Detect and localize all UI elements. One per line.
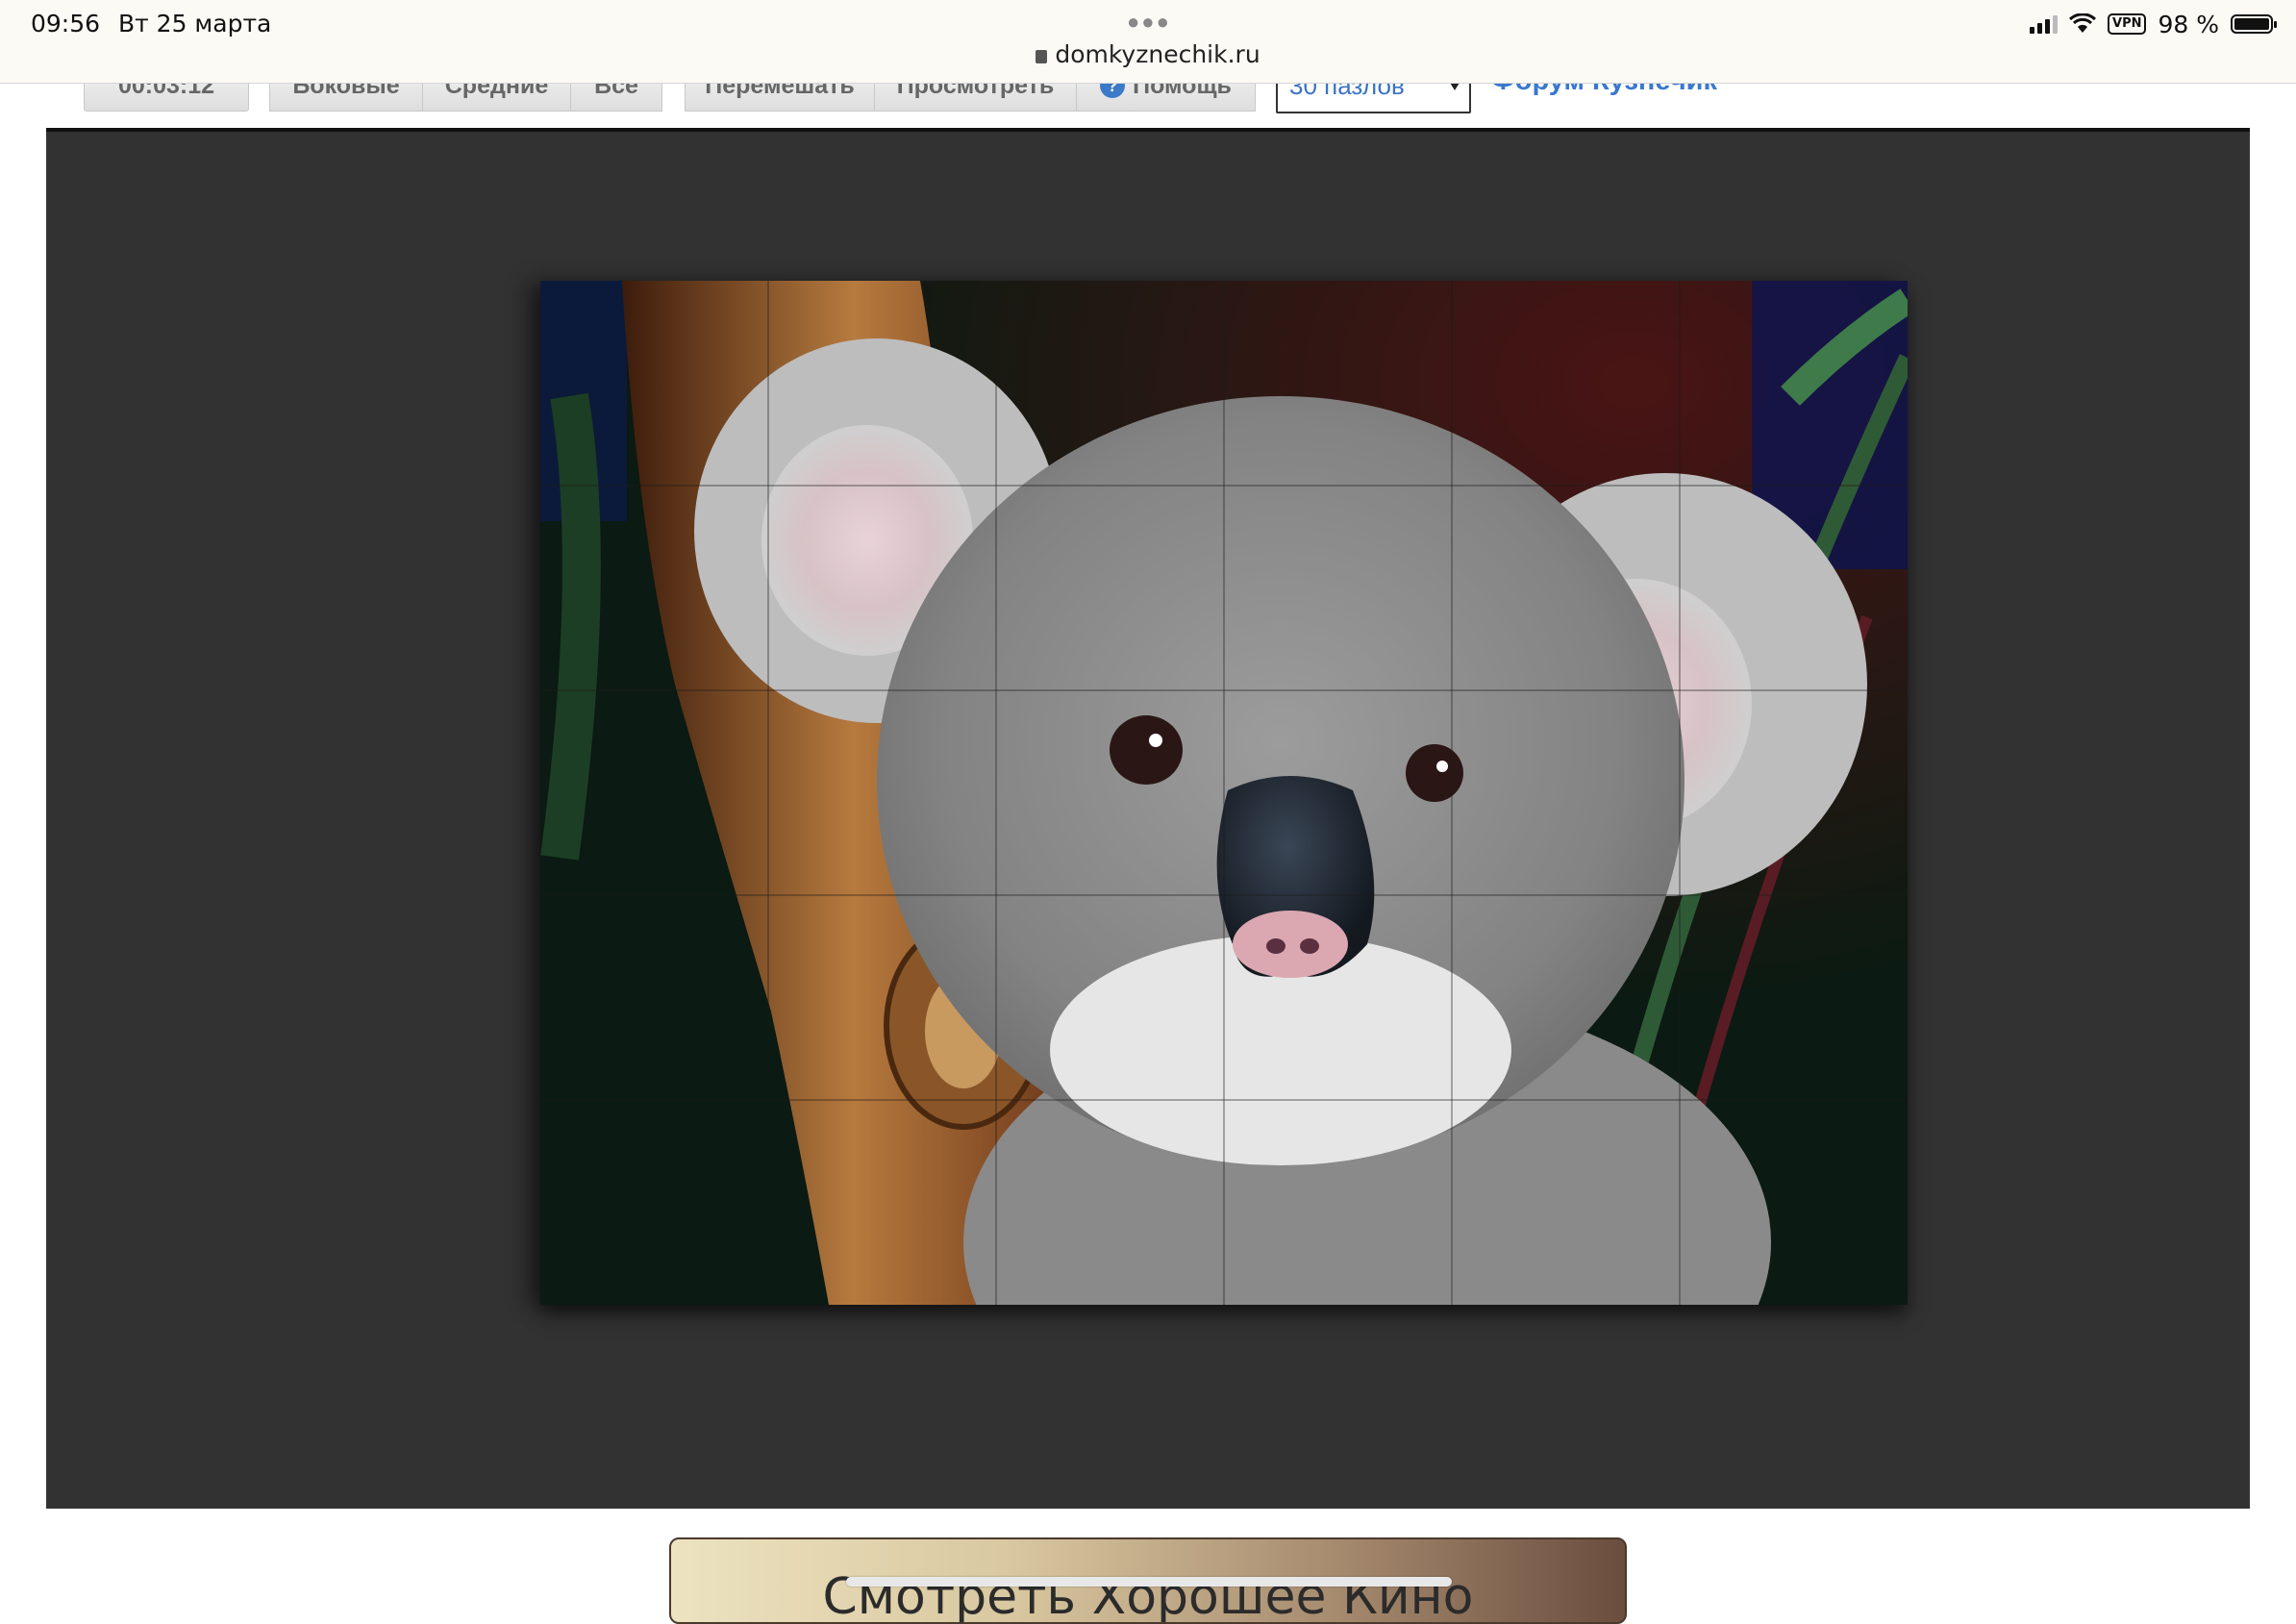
puzzle-board <box>46 128 2250 1509</box>
vpn-badge: VPN <box>2108 13 2147 35</box>
cellular-signal-icon <box>2030 14 2059 34</box>
date: Вт 25 марта <box>118 10 272 37</box>
koala-picture <box>540 281 1908 1305</box>
battery-icon <box>2231 14 2277 34</box>
dropdown-arrow-icon <box>1450 83 1460 90</box>
browser-status-bar: 09:56 Вт 25 марта ●●● domkyznechik.ru VP… <box>0 0 2296 84</box>
puzzle-image[interactable] <box>540 281 1908 1305</box>
more-dots-icon[interactable]: ●●● <box>1127 10 1171 35</box>
address-bar[interactable]: domkyznechik.ru <box>0 40 2296 68</box>
lock-icon <box>1036 50 1048 63</box>
battery-percent: 98 % <box>2158 10 2219 38</box>
url-text: domkyznechik.ru <box>1055 40 1260 68</box>
clock: 09:56 <box>31 10 101 37</box>
home-indicator[interactable] <box>846 1577 1452 1587</box>
status-indicators: VPN 98 % <box>2030 10 2277 38</box>
wifi-icon <box>2069 13 2097 33</box>
